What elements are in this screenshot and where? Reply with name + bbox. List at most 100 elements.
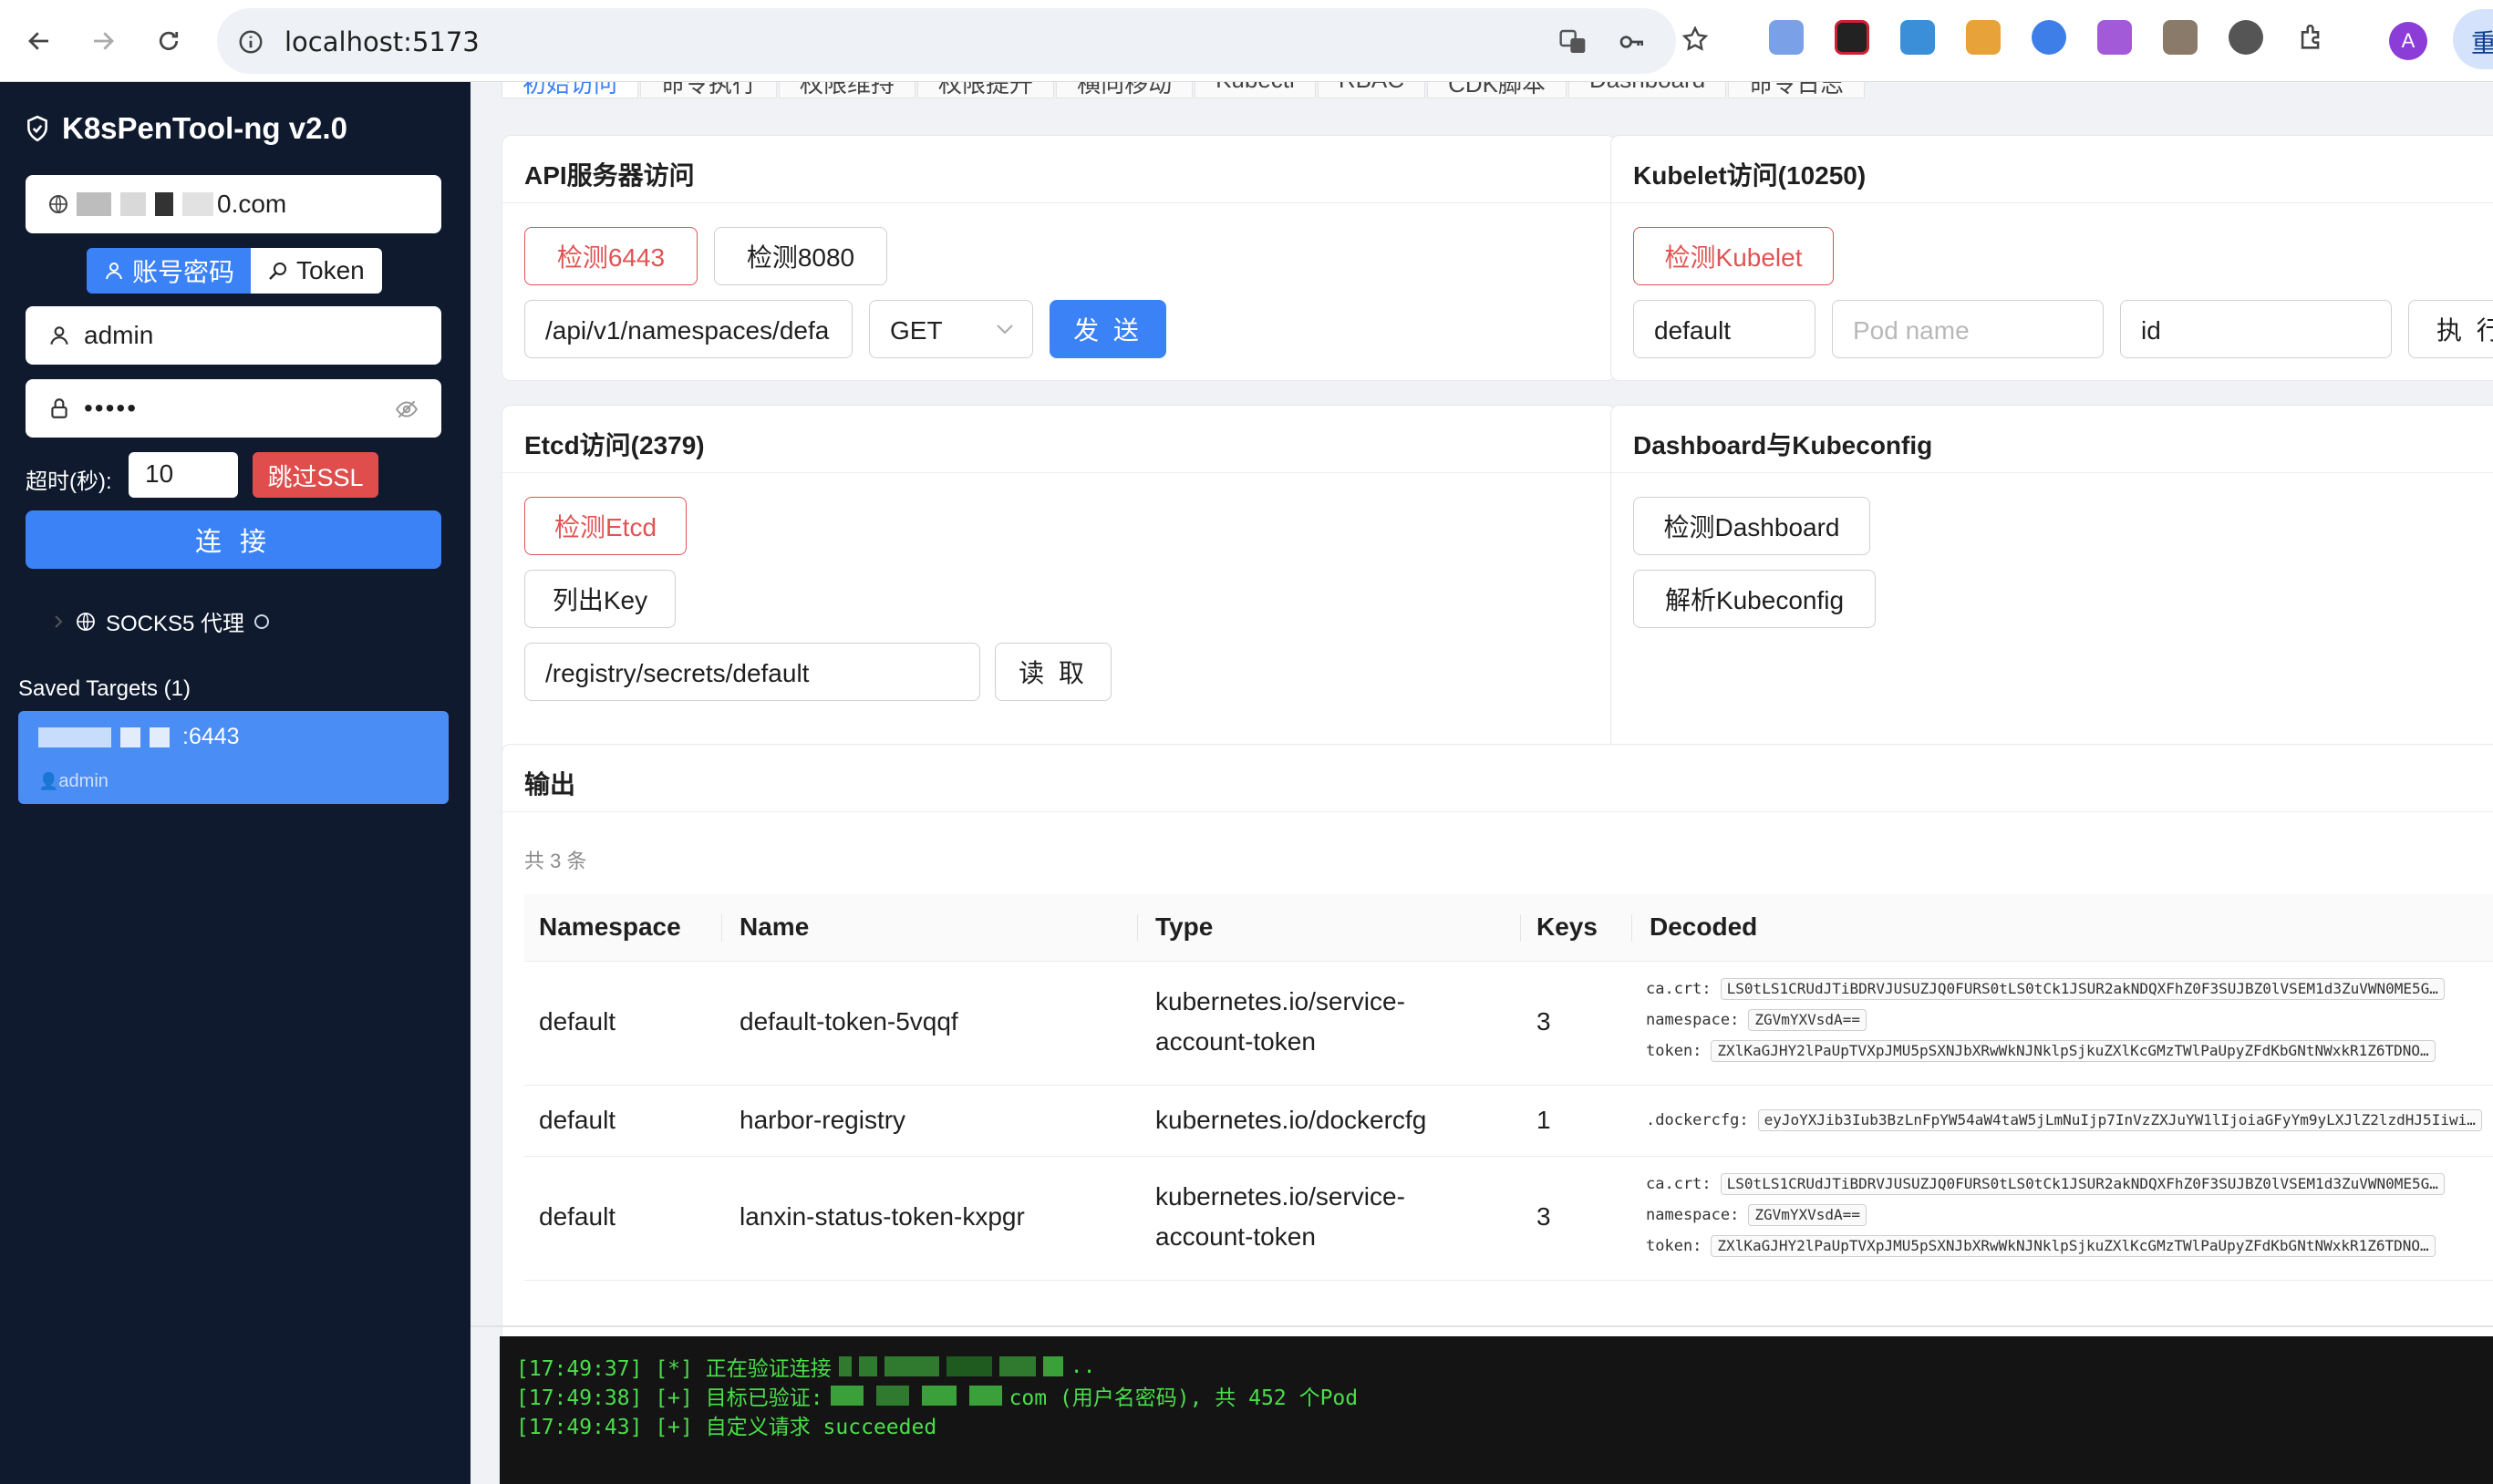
log-line-suffix: .. bbox=[1070, 1355, 1096, 1378]
check-etcd-button[interactable]: 检测Etcd bbox=[524, 497, 687, 555]
log-line: [17:49:43] [+] 自定义请求 succeeded bbox=[516, 1416, 937, 1439]
side-panel-button[interactable]: 重 bbox=[2453, 9, 2493, 69]
server-address-input[interactable]: 0.com bbox=[26, 175, 441, 233]
api-server-title: API服务器访问 bbox=[502, 136, 1615, 203]
socks5-proxy-toggle[interactable]: SOCKS5 代理 bbox=[51, 605, 270, 637]
pod-name-input[interactable]: Pod name bbox=[1832, 300, 2104, 358]
check-6443-button[interactable]: 检测6443 bbox=[524, 227, 698, 285]
address-bar[interactable]: localhost:5173 bbox=[217, 8, 1676, 74]
browser-toolbar: localhost:5173 A 重 bbox=[0, 0, 2493, 82]
extension-icon-4[interactable] bbox=[1966, 20, 2001, 55]
user-icon bbox=[106, 263, 122, 280]
extension-icon-7[interactable] bbox=[2163, 20, 2198, 55]
output-card: 输出 共 3 条 Namespace Name Type Keys Decode… bbox=[502, 744, 2493, 1380]
tab-token-auth[interactable]: Token bbox=[251, 248, 382, 294]
extension-icon-8[interactable] bbox=[2229, 20, 2263, 55]
app-title-text: K8sPenTool-ng v2.0 bbox=[62, 111, 347, 145]
site-info-icon[interactable] bbox=[235, 26, 266, 57]
kubelet-command-input[interactable]: id bbox=[2120, 300, 2392, 358]
tab-lateral-movement[interactable]: 横向移动 bbox=[1056, 82, 1194, 98]
connect-button[interactable]: 连 接 bbox=[26, 510, 441, 569]
url-text: localhost:5173 bbox=[284, 26, 480, 57]
tab-command-exec[interactable]: 命令执行 bbox=[640, 82, 778, 98]
check-dashboard-button[interactable]: 检测Dashboard bbox=[1633, 497, 1870, 555]
extension-icon-2[interactable] bbox=[1835, 20, 1869, 55]
table-header: Namespace Name Type Keys Decoded bbox=[524, 894, 2493, 962]
cell-type-line2: account-token bbox=[1155, 1222, 1316, 1251]
http-method-select[interactable]: GET bbox=[869, 300, 1033, 358]
password-input[interactable]: ••••• bbox=[26, 379, 441, 438]
log-line: [17:49:37] [*] 正在验证连接 .. bbox=[516, 1351, 1095, 1382]
check-kubelet-button[interactable]: 检测Kubelet bbox=[1633, 227, 1834, 285]
column-header-decoded[interactable]: Decoded bbox=[1650, 912, 1757, 942]
extension-icon-3[interactable] bbox=[1900, 20, 1935, 55]
password-mask: ••••• bbox=[84, 394, 139, 422]
puzzle-icon[interactable] bbox=[2296, 22, 2327, 53]
decoded-value[interactable]: ZGVmYXVsdA== bbox=[1748, 1204, 1867, 1226]
decoded-key: token: bbox=[1646, 1042, 1702, 1060]
cell-keys: 3 bbox=[1536, 1202, 1551, 1231]
redacted-target-host bbox=[38, 727, 170, 747]
tab-command-log[interactable]: 命令日志 bbox=[1728, 82, 1866, 98]
tab-dashboard[interactable]: Dashboard bbox=[1567, 82, 1727, 98]
read-key-button[interactable]: 读 取 bbox=[995, 643, 1112, 701]
table-row[interactable]: default harbor-registry kubernetes.io/do… bbox=[524, 1086, 2493, 1157]
chevron-right-icon bbox=[55, 614, 63, 628]
decoded-value[interactable]: ZXlKaGJHY2lPaUpTVXpJMU5pSXNJbXRwWkNJNklp… bbox=[1711, 1235, 2436, 1257]
column-header-name[interactable]: Name bbox=[740, 912, 809, 942]
api-path-input[interactable]: /api/v1/namespaces/defa bbox=[524, 300, 853, 358]
redacted-log-host bbox=[830, 1386, 1002, 1406]
tab-cdk-script[interactable]: CDK脚本 bbox=[1427, 82, 1567, 98]
key-icon[interactable] bbox=[1617, 26, 1648, 57]
decoded-entry: ca.crt: LS0tLS1CRUdJTiBDRVJUSUZJQ0FURS0tL… bbox=[1646, 978, 2445, 1000]
decoded-value[interactable]: ZGVmYXVsdA== bbox=[1748, 1009, 1867, 1031]
execute-button[interactable]: 执 行 bbox=[2408, 300, 2493, 358]
translate-icon[interactable] bbox=[1557, 26, 1588, 57]
column-header-type[interactable]: Type bbox=[1155, 912, 1213, 942]
list-keys-button[interactable]: 列出Key bbox=[524, 570, 676, 628]
decoded-value[interactable]: eyJoYXJib3Iub3BzLnFpYW54aW4taW5jLmNuIjp7… bbox=[1757, 1109, 2482, 1131]
log-line-suffix: com (用户名密码), 共 452 个Pod bbox=[1009, 1386, 1359, 1410]
forward-icon[interactable] bbox=[78, 16, 128, 66]
back-icon[interactable] bbox=[15, 16, 64, 66]
decoded-value[interactable]: LS0tLS1CRUdJTiBDRVJUSUZJQ0FURS0tLS0tCk1J… bbox=[1720, 978, 2445, 1000]
extension-icon-1[interactable] bbox=[1769, 20, 1804, 55]
cell-type-line1: kubernetes.io/service- bbox=[1155, 1182, 1405, 1211]
tab-initial-access[interactable]: 初始访问 bbox=[502, 82, 639, 98]
column-header-keys[interactable]: Keys bbox=[1536, 912, 1598, 942]
username-input[interactable]: admin bbox=[26, 306, 441, 365]
cell-type: kubernetes.io/service-account-token bbox=[1155, 1177, 1405, 1257]
tab-privilege-escalation[interactable]: 权限提升 bbox=[917, 82, 1055, 98]
etcd-key-input[interactable]: /registry/secrets/default bbox=[524, 643, 980, 701]
redacted-log-host bbox=[838, 1356, 1063, 1376]
cell-name: lanxin-status-token-kxpgr bbox=[740, 1202, 1025, 1231]
timeout-input[interactable]: 10 bbox=[129, 452, 238, 498]
tab-kubectl[interactable]: Kubectl bbox=[1195, 82, 1316, 98]
decoded-value[interactable]: LS0tLS1CRUdJTiBDRVJUSUZJQ0FURS0tLS0tCk1J… bbox=[1720, 1173, 2445, 1195]
tab-persistence[interactable]: 权限维持 bbox=[779, 82, 916, 98]
check-8080-button[interactable]: 检测8080 bbox=[714, 227, 887, 285]
saved-target-item[interactable]: :6443 👤admin bbox=[18, 711, 449, 804]
eye-off-icon[interactable] bbox=[394, 397, 419, 421]
extension-icon-5[interactable] bbox=[2032, 20, 2066, 55]
profile-avatar[interactable]: A bbox=[2389, 22, 2427, 60]
table-row[interactable]: default default-token-5vqqf kubernetes.i… bbox=[524, 962, 2493, 1086]
tab-rbac[interactable]: RBAC bbox=[1317, 82, 1426, 98]
etcd-card: Etcd访问(2379) 检测Etcd 列出Key /registry/secr… bbox=[502, 405, 1616, 802]
log-console[interactable]: [17:49:37] [*] 正在验证连接 .. [17:49:38] [+] … bbox=[500, 1336, 2493, 1484]
api-server-card: API服务器访问 检测6443 检测8080 /api/v1/namespace… bbox=[502, 135, 1616, 381]
tab-password-auth[interactable]: 账号密码 bbox=[87, 248, 251, 294]
bookmark-star-icon[interactable] bbox=[1680, 24, 1711, 55]
http-method-value: GET bbox=[890, 316, 943, 345]
decoded-value[interactable]: ZXlKaGJHY2lPaUpTVXpJMU5pSXNJbXRwWkNJNklp… bbox=[1711, 1040, 2436, 1062]
decoded-key: namespace: bbox=[1646, 1011, 1740, 1029]
reload-icon[interactable] bbox=[144, 16, 193, 66]
table-row[interactable]: default lanxin-status-token-kxpgr kubern… bbox=[524, 1157, 2493, 1281]
decoded-key: namespace: bbox=[1646, 1206, 1740, 1224]
column-header-namespace[interactable]: Namespace bbox=[539, 912, 681, 942]
extension-icon-6[interactable] bbox=[2097, 20, 2132, 55]
parse-kubeconfig-button[interactable]: 解析Kubeconfig bbox=[1633, 570, 1876, 628]
send-request-button[interactable]: 发 送 bbox=[1050, 300, 1166, 358]
skip-ssl-button[interactable]: 跳过SSL bbox=[253, 452, 378, 498]
kubelet-namespace-input[interactable]: default bbox=[1633, 300, 1815, 358]
